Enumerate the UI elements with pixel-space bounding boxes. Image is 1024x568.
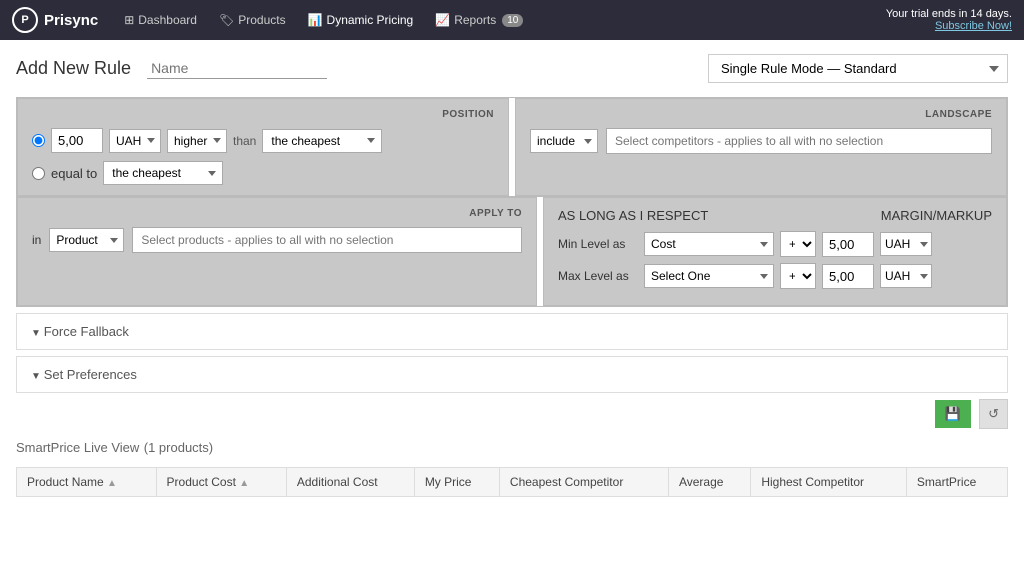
save-icon: 💾	[945, 406, 961, 421]
min-currency-select[interactable]: UAH USD EUR %	[880, 232, 932, 256]
position-section: POSITION UAH USD EUR % higher lower than	[17, 98, 509, 196]
col-additional-cost: Additional Cost	[286, 468, 414, 497]
logo-text: Prisync	[44, 12, 98, 29]
action-row: 💾 ↺	[16, 399, 1008, 429]
refresh-icon: ↺	[988, 406, 999, 421]
reports-icon: 📈	[435, 13, 450, 27]
table-header: Product Name ▲ Product Cost ▲ Additional…	[17, 468, 1008, 497]
radio-equal[interactable]	[32, 167, 45, 180]
radio-higher[interactable]	[32, 134, 45, 147]
min-level-label: Min Level as	[558, 237, 638, 251]
col-product-name[interactable]: Product Name ▲	[17, 468, 157, 497]
competitors-input[interactable]	[606, 128, 992, 154]
smartprice-title: SmartPrice Live View (1 products)	[16, 439, 1008, 457]
dynamic-pricing-icon: 📊	[308, 13, 323, 27]
position-row: UAH USD EUR % higher lower than the chea…	[32, 128, 494, 153]
min-operator-select[interactable]: + -	[780, 231, 816, 257]
subscribe-link[interactable]: Subscribe Now!	[935, 20, 1012, 32]
max-level-row: Max Level as Select One Cost Sales Price…	[558, 263, 992, 289]
min-type-select[interactable]: Cost Sales Price Select One	[644, 232, 774, 256]
margin-markup-label: MARGIN/MARKUP	[881, 208, 992, 223]
equal-to-label: equal to	[51, 166, 97, 181]
col-cheapest-competitor: Cheapest Competitor	[499, 468, 668, 497]
margin-section: AS LONG AS I RESPECT MARGIN/MARKUP Min L…	[543, 197, 1007, 306]
top-sections-inner: POSITION UAH USD EUR % higher lower than	[17, 98, 1007, 196]
max-operator-select[interactable]: + -	[780, 263, 816, 289]
nav-dynamic-pricing[interactable]: 📊 Dynamic Pricing	[298, 7, 424, 33]
trial-info: Your trial ends in 14 days. Subscribe No…	[886, 8, 1012, 32]
rule-header: Add New Rule Single Rule Mode — Standard	[16, 54, 1008, 83]
apply-row: in Product Category Brand	[32, 227, 522, 253]
col-average: Average	[668, 468, 750, 497]
as-long-as-label: AS LONG AS I RESPECT	[558, 208, 708, 223]
logo-icon: P	[12, 7, 38, 33]
than-label: than	[233, 134, 256, 148]
refresh-button[interactable]: ↺	[979, 399, 1008, 429]
sort-arrow-0: ▲	[107, 478, 117, 489]
save-button[interactable]: 💾	[935, 400, 971, 428]
col-product-cost[interactable]: Product Cost ▲	[156, 468, 286, 497]
logo: P Prisync	[12, 7, 98, 33]
category-select[interactable]: Product Category Brand	[49, 228, 124, 252]
trial-message: Your trial ends in 14 days.	[886, 8, 1012, 20]
rule-mode-select[interactable]: Single Rule Mode — Standard	[708, 54, 1008, 83]
landscape-row: include exclude	[530, 128, 992, 154]
apply-section: APPLY TO in Product Category Brand	[17, 197, 537, 306]
dashboard-icon: ⊞	[124, 13, 134, 27]
nav-links: ⊞ Dashboard 🏷 Products 📊 Dynamic Pricing…	[114, 7, 533, 33]
equal-row: equal to the cheapest the average the hi…	[32, 161, 494, 185]
include-select[interactable]: include exclude	[530, 129, 598, 153]
main-content: Add New Rule Single Rule Mode — Standard…	[0, 40, 1024, 568]
landscape-section: LANDSCAPE include exclude	[515, 98, 1007, 196]
set-preferences-label: Set Preferences	[31, 367, 137, 382]
bottom-sections: APPLY TO in Product Category Brand AS LO…	[17, 196, 1007, 306]
min-level-row: Min Level as Cost Sales Price Select One…	[558, 231, 992, 257]
max-value-input[interactable]	[822, 264, 874, 289]
nav-left: P Prisync ⊞ Dashboard 🏷 Products 📊 Dynam…	[12, 7, 533, 33]
sort-arrow-1: ▲	[239, 478, 249, 489]
currency-select[interactable]: UAH USD EUR %	[109, 129, 161, 153]
apply-label: APPLY TO	[32, 208, 522, 219]
col-highest-competitor: Highest Competitor	[751, 468, 907, 497]
force-fallback-label: Force Fallback	[31, 324, 129, 339]
products-input[interactable]	[132, 227, 522, 253]
equal-cheapest-select[interactable]: the cheapest the average the highest	[103, 161, 223, 185]
col-smart-price: SmartPrice	[906, 468, 1007, 497]
than-cheapest-select[interactable]: the cheapest the average the highest	[262, 129, 382, 153]
max-currency-select[interactable]: UAH USD EUR %	[880, 264, 932, 288]
reports-badge: 10	[502, 14, 523, 27]
rule-name-input[interactable]	[147, 58, 327, 79]
force-fallback-section[interactable]: Force Fallback	[16, 313, 1008, 350]
top-nav: P Prisync ⊞ Dashboard 🏷 Products 📊 Dynam…	[0, 0, 1024, 40]
set-preferences-section[interactable]: Set Preferences	[16, 356, 1008, 393]
top-sections: POSITION UAH USD EUR % higher lower than	[16, 97, 1008, 307]
products-icon: 🏷	[219, 13, 234, 27]
col-my-price: My Price	[414, 468, 499, 497]
margin-header: AS LONG AS I RESPECT MARGIN/MARKUP	[558, 208, 992, 223]
in-label: in	[32, 233, 41, 247]
table-header-row: Product Name ▲ Product Cost ▲ Additional…	[17, 468, 1008, 497]
smartprice-table: Product Name ▲ Product Cost ▲ Additional…	[16, 467, 1008, 497]
landscape-label: LANDSCAPE	[530, 109, 992, 120]
max-level-label: Max Level as	[558, 269, 638, 283]
direction-select[interactable]: higher lower	[167, 129, 227, 153]
nav-reports[interactable]: 📈 Reports 10	[425, 7, 533, 33]
min-value-input[interactable]	[822, 232, 874, 257]
nav-dashboard[interactable]: ⊞ Dashboard	[114, 7, 207, 33]
nav-products[interactable]: 🏷 Products	[209, 7, 296, 33]
page-title: Add New Rule	[16, 58, 131, 79]
position-label: POSITION	[32, 109, 494, 120]
position-value-input[interactable]	[51, 128, 103, 153]
max-type-select[interactable]: Select One Cost Sales Price	[644, 264, 774, 288]
smartprice-title-text: SmartPrice Live View	[16, 440, 139, 455]
smartprice-count: (1 products)	[144, 440, 213, 455]
